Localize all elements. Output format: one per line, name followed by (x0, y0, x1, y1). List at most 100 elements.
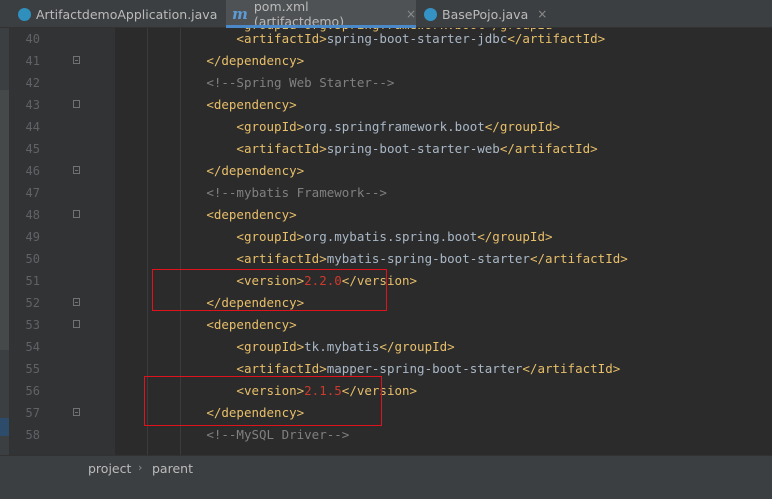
code-line: 58 <!--MySQL Driver--> (0, 424, 772, 446)
line-number: 45 (25, 142, 40, 156)
xml-tag-close: </groupId> (379, 339, 455, 354)
xml-text: tk.mybatis (304, 339, 380, 354)
code-text: <groupId>tk.mybatis</groupId> (116, 336, 455, 358)
code-line: 57 </dependency> (0, 402, 772, 424)
tab-pom-xml[interactable]: m pom.xml (artifactdemo) × (226, 0, 416, 29)
xml-tag-close: </artifactId> (507, 31, 606, 46)
line-number: 44 (25, 120, 40, 134)
xml-tag-close: </artifactId> (522, 361, 621, 376)
line-number: 50 (25, 252, 40, 266)
xml-tag-open: <artifactId> (236, 251, 327, 266)
xml-tag-open: <dependency> (206, 317, 297, 332)
code-text: <artifactId>spring-boot-starter-jdbc</ar… (116, 28, 605, 50)
tab-label: ArtifactdemoApplication.java (36, 6, 218, 22)
line-number: 40 (25, 32, 40, 46)
code-line: 53 <dependency> (0, 314, 772, 336)
code-text: <groupId>org.mybatis.spring.boot</groupI… (116, 226, 553, 248)
xml-tag-close: </artifactId> (499, 141, 598, 156)
fold-marker-icon[interactable] (73, 210, 80, 218)
code-text: <dependency> (116, 314, 297, 336)
xml-tag-open: <dependency> (206, 207, 297, 222)
tab-artifactdemo-application[interactable]: ArtifactdemoApplication.java × (12, 0, 236, 28)
line-number: 52 (25, 296, 40, 310)
spring-boot-class-icon (18, 7, 31, 21)
xml-text: mapper-spring-boot-starter (326, 361, 523, 376)
fold-marker-icon[interactable] (73, 166, 80, 174)
line-number: 49 (25, 230, 40, 244)
fold-marker-icon[interactable] (73, 298, 80, 306)
line-number: 54 (25, 340, 40, 354)
class-icon (424, 7, 437, 21)
code-text: <!--MySQL Driver--> (116, 424, 349, 446)
code-line: 48 <dependency> (0, 204, 772, 226)
tab-label: pom.xml (artifactdemo) (253, 0, 345, 29)
code-line: 49 <groupId>org.mybatis.spring.boot</gro… (0, 226, 772, 248)
xml-tag-close: </artifactId> (529, 251, 628, 266)
code-text: <!--mybatis Framework--> (116, 182, 387, 204)
highlight-box-version-2-2-0 (152, 269, 387, 311)
code-line: 43 <dependency> (0, 94, 772, 116)
line-number: 48 (25, 208, 40, 222)
xml-text: org.mybatis.spring.boot (304, 229, 478, 244)
code-editor[interactable]: <groupId> org.springframework.boot </group… (0, 28, 772, 455)
code-text: <!--Spring Web Starter--> (116, 72, 394, 94)
code-text: <groupId>org.springframework.boot</group… (116, 116, 560, 138)
line-number: 55 (25, 362, 40, 376)
close-icon[interactable]: × (406, 7, 416, 21)
tab-label: BasePojo.java (442, 6, 529, 22)
code-line: 42 <!--Spring Web Starter--> (0, 72, 772, 94)
breadcrumb-item-project[interactable]: project (88, 461, 131, 476)
breadcrumb: project › parent (0, 455, 772, 481)
code-line: 46 </dependency> (0, 160, 772, 182)
xml-tag-close: </groupId> (477, 229, 553, 244)
bottom-panel-strip (0, 481, 772, 499)
xml-tag-open: </dependency> (206, 53, 305, 68)
line-number: 58 (25, 428, 40, 442)
close-icon[interactable]: × (537, 7, 547, 21)
xml-comment: <!--mybatis Framework--> (206, 185, 387, 200)
maven-m-icon: m (232, 5, 248, 23)
line-number: 41 (25, 54, 40, 68)
code-text: </dependency> (116, 160, 304, 182)
line-number: 46 (25, 164, 40, 178)
xml-text: spring-boot-starter-jdbc (326, 31, 508, 46)
fold-marker-icon[interactable] (73, 408, 80, 416)
breadcrumb-item-parent[interactable]: parent (152, 461, 193, 476)
code-line: 40 <artifactId>spring-boot-starter-jdbc<… (0, 28, 772, 50)
code-line: 45 <artifactId>spring-boot-starter-web</… (0, 138, 772, 160)
code-text: <artifactId>spring-boot-starter-web</art… (116, 138, 598, 160)
code-text: </dependency> (116, 50, 304, 72)
xml-text: mybatis-spring-boot-starter (326, 251, 530, 266)
code-line: 41 </dependency> (0, 50, 772, 72)
xml-tag-open: </dependency> (206, 163, 305, 178)
xml-tag-open: <artifactId> (236, 141, 327, 156)
line-number: 57 (25, 406, 40, 420)
code-line: 55 <artifactId>mapper-spring-boot-starte… (0, 358, 772, 380)
code-text: <dependency> (116, 94, 297, 116)
xml-comment: <!--Spring Web Starter--> (206, 75, 395, 90)
xml-tag-open: <groupId> (236, 229, 305, 244)
fold-marker-icon[interactable] (73, 56, 80, 64)
xml-text: spring-boot-starter-web (326, 141, 500, 156)
highlight-box-version-2-1-5 (144, 376, 382, 426)
xml-comment: <!--MySQL Driver--> (206, 427, 350, 442)
fold-marker-icon[interactable] (73, 100, 80, 108)
line-number: 56 (25, 384, 40, 398)
xml-tag-open: <dependency> (206, 97, 297, 112)
tab-basepojo[interactable]: BasePojo.java × (418, 0, 547, 28)
fold-marker-icon[interactable] (73, 320, 80, 328)
xml-text: org.springframework.boot (304, 119, 485, 134)
line-number: 42 (25, 76, 40, 90)
